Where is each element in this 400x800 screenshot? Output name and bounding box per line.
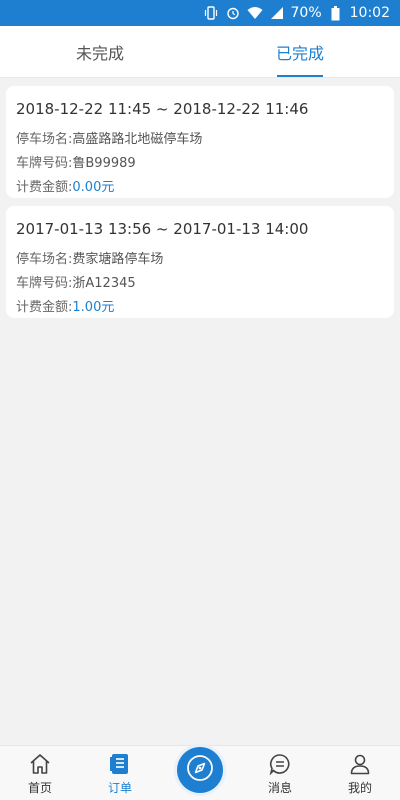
fee-row: 计费金额: 0.00元 [16, 176, 384, 200]
parking-lot-label: 停车场名: [16, 132, 73, 147]
parking-lot-row: 停车场名: 费家塘路停车场 [16, 248, 384, 272]
status-bar: 70% 10:02 [0, 0, 400, 26]
battery-percent: 70% [290, 5, 322, 21]
nav-home-label: 首页 [27, 781, 52, 795]
order-list: 2018-12-22 11:45 ~ 2018-12-22 11:46 停车场名… [6, 86, 394, 326]
nav-mine-label: 我的 [347, 781, 372, 795]
signal-icon [269, 5, 285, 21]
user-icon [347, 751, 373, 777]
alarm-icon [225, 5, 241, 21]
tab-incomplete[interactable]: 未完成 [0, 26, 200, 77]
plate-label: 车牌号码: [16, 156, 73, 171]
plate-row: 车牌号码: 浙A12345 [16, 272, 384, 296]
order-time-range: 2017-01-13 13:56 ~ 2017-01-13 14:00 [16, 220, 309, 238]
message-icon [267, 751, 293, 777]
fee-row: 计费金额: 1.00元 [16, 296, 384, 320]
plate-number: 浙A12345 [72, 276, 136, 291]
nav-orders-label: 订单 [107, 781, 132, 795]
plate-row: 车牌号码: 鲁B99989 [16, 152, 384, 176]
bottom-nav: 首页 订单 消息 我的 [0, 745, 400, 800]
fee-amount: 1.00元 [72, 300, 115, 315]
compass-button[interactable] [177, 747, 223, 793]
home-icon [27, 751, 53, 777]
tab-completed[interactable]: 已完成 [200, 26, 400, 77]
plate-number: 鲁B99989 [72, 156, 136, 171]
battery-icon [328, 5, 344, 21]
nav-orders[interactable]: 订单 [80, 745, 160, 800]
order-card[interactable]: 2017-01-13 13:56 ~ 2017-01-13 14:00 停车场名… [6, 206, 394, 318]
nav-messages[interactable]: 消息 [240, 745, 320, 800]
orders-icon [107, 751, 133, 777]
parking-lot-name: 高盛路路北地磁停车场 [72, 132, 203, 147]
wifi-icon [247, 5, 263, 21]
compass-icon [185, 753, 215, 787]
fee-label: 计费金额: [16, 180, 73, 195]
parking-lot-row: 停车场名: 高盛路路北地磁停车场 [16, 128, 384, 152]
parking-lot-name: 费家塘路停车场 [72, 252, 164, 267]
nav-center [160, 745, 240, 800]
order-time-range: 2018-12-22 11:45 ~ 2018-12-22 11:46 [16, 100, 309, 118]
nav-mine[interactable]: 我的 [320, 745, 400, 800]
parking-lot-label: 停车场名: [16, 252, 73, 267]
order-tabs: 未完成 已完成 [0, 26, 400, 78]
order-card[interactable]: 2018-12-22 11:45 ~ 2018-12-22 11:46 停车场名… [6, 86, 394, 198]
fee-label: 计费金额: [16, 300, 73, 315]
plate-label: 车牌号码: [16, 276, 73, 291]
nav-messages-label: 消息 [267, 781, 292, 795]
fee-amount: 0.00元 [72, 180, 115, 195]
vibrate-icon [203, 5, 219, 21]
nav-home[interactable]: 首页 [0, 745, 80, 800]
clock: 10:02 [349, 5, 390, 21]
